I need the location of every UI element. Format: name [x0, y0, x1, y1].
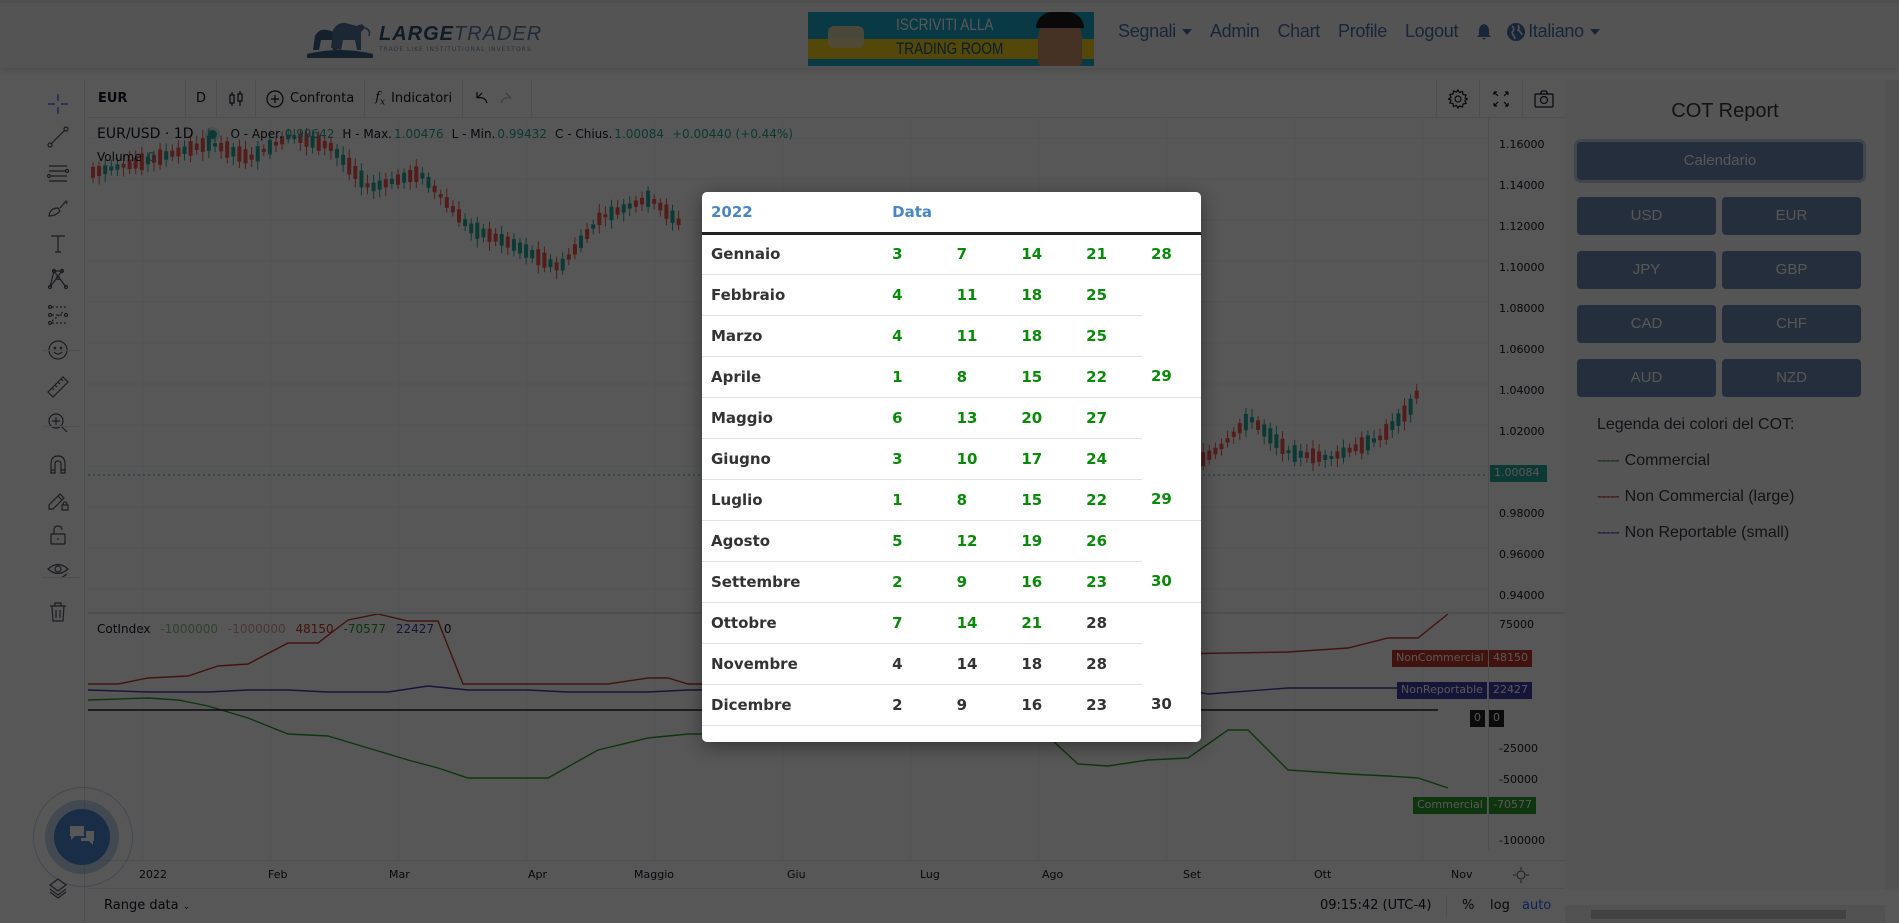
month-name: Gennaio: [702, 233, 884, 275]
empty-cell: [1142, 274, 1201, 315]
calendar-row: Agosto 5 12 19 26: [702, 520, 1201, 562]
report-date: 11: [947, 274, 1013, 316]
report-date: 13: [947, 397, 1013, 439]
report-date: 22: [1077, 479, 1142, 521]
report-date: 6: [883, 397, 948, 439]
calendar-row: Ottobre 7 14 21 28: [702, 602, 1201, 644]
report-date: 26: [1077, 520, 1142, 562]
report-date: 10: [947, 438, 1013, 480]
calendar-row: Gennaio 3 7 14 21 28: [702, 233, 1201, 275]
report-date: 21: [1077, 233, 1142, 275]
report-date: 18: [1012, 643, 1078, 685]
month-name: Luglio: [702, 479, 884, 521]
report-date: 29: [1141, 479, 1201, 521]
calendar-row: Marzo 4 11 18 25: [702, 315, 1201, 357]
empty-cell: [1142, 520, 1201, 561]
report-date: 24: [1077, 438, 1142, 480]
report-date: 28: [1077, 602, 1142, 644]
month-name: Febbraio: [702, 274, 884, 316]
month-name: Ottobre: [702, 602, 884, 644]
calendar-row: Giugno 3 10 17 24: [702, 438, 1201, 480]
report-date: 20: [1012, 397, 1078, 439]
report-date: 3: [883, 438, 948, 480]
report-date: 11: [947, 315, 1013, 357]
report-date: 23: [1077, 684, 1142, 726]
report-date: 18: [1012, 315, 1078, 357]
report-date: 14: [947, 602, 1013, 644]
report-date: 25: [1077, 274, 1142, 316]
month-name: Maggio: [702, 397, 884, 439]
report-date: 2: [883, 684, 948, 726]
report-date: 28: [1141, 233, 1201, 275]
report-date: 15: [1012, 356, 1078, 398]
report-date: 19: [1012, 520, 1078, 562]
calendar-row: Febbraio 4 11 18 25: [702, 274, 1201, 316]
month-name: Novembre: [702, 643, 884, 685]
report-date: 8: [947, 356, 1013, 398]
report-date: 27: [1077, 397, 1142, 439]
empty-cell: [1142, 315, 1201, 356]
report-date: 7: [947, 233, 1013, 275]
calendar-header-row: 2022 Data: [702, 192, 1201, 235]
app-root: LARGETRADER TRADE LIKE INSTITUTIONAL INV…: [0, 0, 1899, 923]
calendar-row: Luglio 1 8 15 22 29: [702, 479, 1201, 521]
report-date: 28: [1077, 643, 1142, 685]
report-date: 4: [883, 315, 948, 357]
calendar-row: Aprile 1 8 15 22 29: [702, 356, 1201, 398]
calendar-body: Gennaio 3 7 14 21 28 Febbraio 4 11 18 25 Marzo 4 11 18…: [702, 233, 1201, 726]
cot-calendar-modal: 2022 Data Gennaio 3 7 14 21 28 Febbraio 4 11 18 25…: [702, 192, 1201, 742]
report-date: 17: [1012, 438, 1078, 480]
year-header: 2022: [702, 192, 884, 235]
month-name: Aprile: [702, 356, 884, 398]
calendar-row: Novembre 4 14 18 28: [702, 643, 1201, 685]
report-date: 8: [947, 479, 1013, 521]
report-date: 4: [883, 274, 948, 316]
empty-cell: [1142, 438, 1201, 479]
calendar-row: Maggio 6 13 20 27: [702, 397, 1201, 439]
report-date: 9: [947, 561, 1013, 603]
report-date: 5: [883, 520, 948, 562]
report-date: 4: [883, 643, 948, 685]
report-date: 16: [1012, 684, 1078, 726]
calendar-row: Settembre 2 9 16 23 30: [702, 561, 1201, 603]
report-date: 25: [1077, 315, 1142, 357]
report-date: 1: [883, 479, 948, 521]
calendar-row: Dicembre 2 9 16 23 30: [702, 684, 1201, 726]
empty-cell: [1142, 397, 1201, 438]
month-name: Giugno: [702, 438, 884, 480]
report-date: 16: [1012, 561, 1078, 603]
report-date: 14: [947, 643, 1013, 685]
report-date: 9: [947, 684, 1013, 726]
month-name: Marzo: [702, 315, 884, 357]
month-name: Settembre: [702, 561, 884, 603]
empty-cell: [1142, 602, 1201, 643]
month-name: Dicembre: [702, 684, 884, 726]
date-header: Data: [883, 192, 1201, 235]
report-date: 21: [1012, 602, 1078, 644]
report-date: 29: [1141, 356, 1201, 398]
report-date: 3: [883, 233, 948, 275]
calendar-table: 2022 Data Gennaio 3 7 14 21 28 Febbraio 4 11 18 25…: [702, 192, 1201, 726]
month-name: Agosto: [702, 520, 884, 562]
report-date: 1: [883, 356, 948, 398]
report-date: 22: [1077, 356, 1142, 398]
report-date: 12: [947, 520, 1013, 562]
empty-cell: [1142, 643, 1201, 684]
report-date: 14: [1012, 233, 1078, 275]
report-date: 7: [883, 602, 948, 644]
report-date: 15: [1012, 479, 1078, 521]
report-date: 30: [1141, 561, 1201, 603]
report-date: 23: [1077, 561, 1142, 603]
report-date: 30: [1141, 684, 1201, 726]
report-date: 18: [1012, 274, 1078, 316]
report-date: 2: [883, 561, 948, 603]
